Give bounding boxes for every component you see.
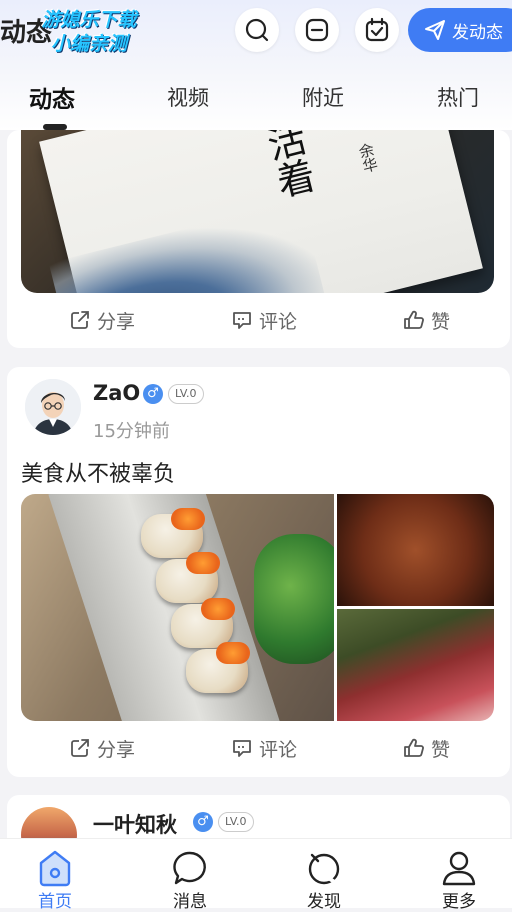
share-label: 分享 [97, 310, 136, 333]
lettuce [254, 534, 334, 664]
post-image[interactable] [337, 609, 494, 721]
watermark-line-1: 游媳乐下载 [41, 9, 137, 31]
username[interactable]: 一叶知秋 [93, 809, 177, 839]
ink-painting [48, 200, 328, 293]
username[interactable]: ZaO [93, 381, 140, 405]
tab-nearby[interactable]: 附近 [302, 82, 344, 112]
share-icon [71, 739, 89, 757]
search-button[interactable] [235, 8, 279, 52]
share-button[interactable]: 分享 [69, 728, 135, 768]
roe-topping [171, 508, 205, 530]
avatar[interactable] [25, 379, 81, 435]
tab-hot[interactable]: 热门 [437, 82, 479, 112]
nav-messages-label: 消息 [173, 892, 207, 912]
tab-dynamic[interactable]: 动态 [29, 80, 75, 114]
male-gender-icon: ♂ [143, 384, 163, 404]
like-button[interactable]: 赞 [403, 728, 450, 768]
book-title: 活着 [257, 130, 319, 203]
level-badge: LV.0 [218, 812, 254, 832]
home-icon [39, 850, 71, 887]
post-text: 美食从不被辜负 [21, 462, 176, 487]
like-button[interactable]: 赞 [403, 300, 450, 340]
nav-discover[interactable]: 发现 [284, 839, 364, 912]
comment-icon [233, 312, 251, 329]
bottom-navigation: 首页 消息 发现 更多 [0, 838, 512, 912]
like-label: 赞 [431, 738, 451, 761]
send-icon [425, 20, 445, 40]
calendar-check-icon [365, 17, 389, 42]
tab-bar: 动态 视频 附近 热门 [0, 80, 512, 120]
scan-button[interactable] [295, 8, 339, 52]
discover-icon [308, 853, 340, 885]
tab-video[interactable]: 视频 [167, 82, 209, 112]
post-time: 15分钟前 [93, 421, 170, 442]
share-button[interactable]: 分享 [69, 300, 135, 340]
top-header: 动态 游媳乐下载 小编亲测 发动态 动态 视频 附近 热门 [0, 0, 512, 130]
post-button[interactable]: 发动态 [408, 8, 512, 52]
comment-label: 评论 [259, 738, 298, 761]
nav-discover-label: 发现 [307, 892, 341, 912]
thumbs-up-icon [404, 310, 424, 329]
search-icon [245, 18, 269, 42]
roe-topping [201, 598, 235, 620]
post-image[interactable] [21, 494, 334, 721]
watermark-line-2: 小编亲测 [50, 33, 127, 55]
post-card[interactable]: ZaO ♂ LV.0 15分钟前 美食从不被辜负 分享 评论 赞 [7, 367, 510, 777]
comment-button[interactable]: 评论 [231, 300, 297, 340]
nav-more[interactable]: 更多 [419, 839, 499, 912]
share-label: 分享 [97, 738, 136, 761]
roe-topping [186, 552, 220, 574]
nav-messages[interactable]: 消息 [150, 839, 230, 912]
male-gender-icon: ♂ [193, 812, 213, 832]
post-image[interactable]: 活着 余华 [21, 130, 494, 293]
watermark-logo: 游媳乐下载 小编亲测 [14, 8, 164, 56]
post-card[interactable]: 活着 余华 分享 评论 赞 [7, 130, 510, 348]
comment-icon [233, 740, 251, 757]
share-icon [71, 311, 89, 329]
nav-home[interactable]: 首页 [15, 839, 95, 912]
scan-icon [305, 18, 329, 42]
like-label: 赞 [431, 310, 451, 333]
checkin-button[interactable] [355, 8, 399, 52]
book-cover: 活着 余华 [39, 130, 483, 293]
post-button-label: 发动态 [452, 22, 503, 43]
comment-label: 评论 [259, 310, 298, 333]
message-icon [173, 851, 206, 885]
post-actions: 分享 评论 赞 [7, 728, 510, 768]
nav-home-label: 首页 [38, 892, 72, 912]
thumbs-up-icon [404, 738, 424, 757]
nav-more-label: 更多 [442, 892, 476, 912]
avatar-illustration [25, 379, 81, 435]
profile-icon [442, 851, 476, 886]
post-actions: 分享 评论 赞 [7, 300, 510, 340]
level-badge: LV.0 [168, 384, 204, 404]
post-image[interactable] [337, 494, 494, 606]
book-author: 余华 [355, 141, 381, 175]
roe-topping [216, 642, 250, 664]
comment-button[interactable]: 评论 [231, 728, 297, 768]
